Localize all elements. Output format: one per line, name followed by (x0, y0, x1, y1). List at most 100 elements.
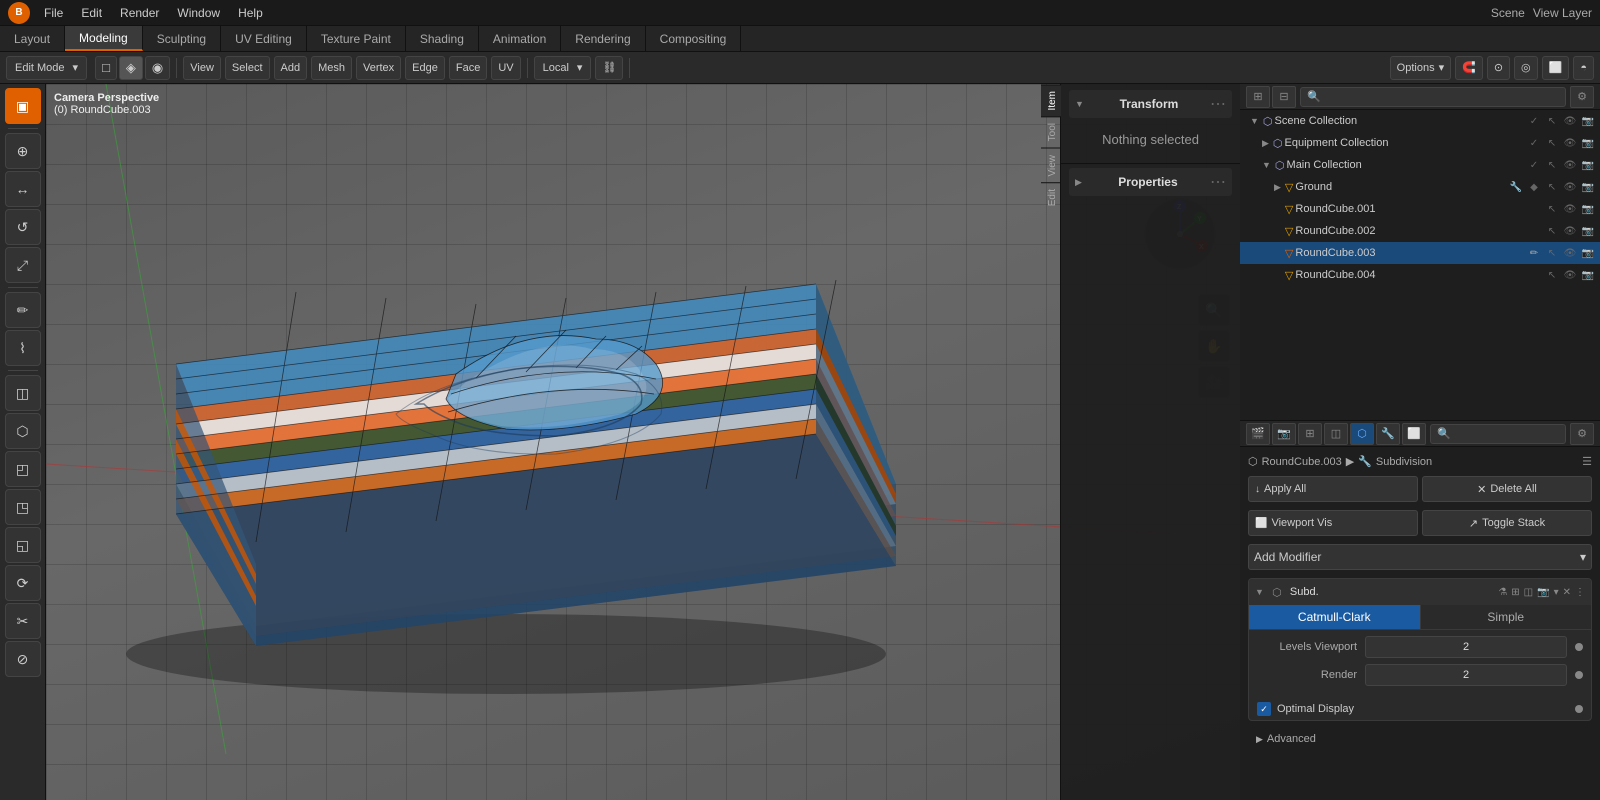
ec-check[interactable]: ✓ (1526, 135, 1542, 151)
rc004-cursor[interactable]: ↖ (1544, 267, 1560, 283)
g-cursor[interactable]: ↖ (1544, 179, 1560, 195)
mc-check[interactable]: ✓ (1526, 157, 1542, 173)
prop-material-icon[interactable]: ⬜ (1402, 423, 1426, 445)
side-tab-item[interactable]: Item (1041, 84, 1061, 116)
transform-dropdown[interactable]: Local▾ (534, 56, 592, 80)
select-button[interactable]: Select (225, 56, 270, 80)
spin-tool[interactable]: ⟳ (5, 565, 41, 601)
add-button[interactable]: Add (274, 56, 308, 80)
prop-view-layer-icon[interactable]: ◫ (1324, 423, 1348, 445)
xray-btn[interactable]: ⬜ (1542, 56, 1570, 80)
tab-texture-paint[interactable]: Texture Paint (307, 26, 406, 51)
menu-window[interactable]: Window (169, 4, 228, 22)
mod-icon-render[interactable]: 📷 (1537, 587, 1549, 598)
rc001-camera[interactable]: 📷 (1580, 201, 1596, 217)
rc003-eye[interactable]: 👁 (1562, 245, 1578, 261)
props-search[interactable] (1430, 424, 1566, 444)
loop-cut-tool[interactable]: ◳ (5, 489, 41, 525)
measure-tool[interactable]: ⌇ (5, 330, 41, 366)
edge-button[interactable]: Edge (405, 56, 445, 80)
scene-collection-cursor[interactable]: ↖ (1544, 113, 1560, 129)
apply-all-button[interactable]: ↓ Apply All (1248, 476, 1418, 502)
ec-eye[interactable]: 👁 (1562, 135, 1578, 151)
bevel-tool[interactable]: ◰ (5, 451, 41, 487)
prop-scene-icon[interactable]: 🎬 (1246, 423, 1270, 445)
render-value[interactable]: 2 (1365, 664, 1567, 686)
rc002-eye[interactable]: 👁 (1562, 223, 1578, 239)
props-filter-btn[interactable]: ⚙ (1570, 423, 1594, 445)
tree-item-scene-collection[interactable]: ▼ ⬡ Scene Collection ✓ ↖ 👁 📷 (1240, 110, 1600, 132)
menu-render[interactable]: Render (112, 4, 167, 22)
side-tab-view[interactable]: View (1041, 148, 1061, 183)
inset-tool[interactable]: ⬡ (5, 413, 41, 449)
tab-layout[interactable]: Layout (0, 26, 65, 51)
rc003-camera[interactable]: 📷 (1580, 245, 1596, 261)
rc001-cursor[interactable]: ↖ (1544, 201, 1560, 217)
ec-cursor[interactable]: ↖ (1544, 135, 1560, 151)
mesh-button[interactable]: Mesh (311, 56, 352, 80)
tab-sculpting[interactable]: Sculpting (143, 26, 221, 51)
side-tab-edit[interactable]: Edit (1041, 182, 1061, 212)
outliner-icon-2[interactable]: ⊟ (1272, 86, 1296, 108)
transform-panel-header[interactable]: ▼ Transform ⋯ (1069, 90, 1232, 118)
toggle-stack-button[interactable]: ↗ Toggle Stack (1422, 510, 1592, 536)
extrude-tool[interactable]: ◫ (5, 375, 41, 411)
prop-modifier-icon[interactable]: 🔧 (1376, 423, 1400, 445)
mod-icon-display[interactable]: ⊞ (1511, 587, 1519, 598)
tree-item-roundcube002[interactable]: ▶ ▽ RoundCube.002 ↖ 👁 📷 (1240, 220, 1600, 242)
toolbar-icon-btn-1[interactable]: □ (95, 56, 117, 80)
mc-cursor[interactable]: ↖ (1544, 157, 1560, 173)
side-tab-tool[interactable]: Tool (1041, 116, 1061, 147)
toolbar-icon-btn-3[interactable]: ◉ (145, 56, 170, 80)
bisect-tool[interactable]: ⊘ (5, 641, 41, 677)
face-button[interactable]: Face (449, 56, 487, 80)
mode-dropdown[interactable]: Edit Mode▾ (6, 56, 87, 80)
annotate-tool[interactable]: ✏ (5, 292, 41, 328)
menu-file[interactable]: File (36, 4, 71, 22)
select-tool[interactable]: ▣ (5, 88, 41, 124)
viewport-shading-btn[interactable]: ◓ (1573, 56, 1594, 80)
outliner-icon-1[interactable]: ⊞ (1246, 86, 1270, 108)
cursor-tool[interactable]: ⊕ (5, 133, 41, 169)
tree-item-ground[interactable]: ▶ ▽ Ground 🔧 ◆ ↖ 👁 📷 (1240, 176, 1600, 198)
mod-icon-filter[interactable]: ⚗ (1498, 587, 1507, 598)
mod-toggle-icon[interactable]: ▾ (1554, 587, 1559, 598)
g-wrench[interactable]: 🔧 (1508, 179, 1524, 195)
rc002-camera[interactable]: 📷 (1580, 223, 1596, 239)
g-diamond[interactable]: ◆ (1526, 179, 1542, 195)
mod-dots-icon[interactable]: ⋮ (1575, 587, 1585, 598)
rc003-cursor[interactable]: ↖ (1544, 245, 1560, 261)
tab-modeling[interactable]: Modeling (65, 26, 143, 51)
tree-item-main-collection[interactable]: ▼ ⬡ Main Collection ✓ ↖ 👁 📷 (1240, 154, 1600, 176)
uv-button[interactable]: UV (491, 56, 520, 80)
add-modifier-button[interactable]: Add Modifier ▾ (1248, 544, 1592, 570)
rc004-eye[interactable]: 👁 (1562, 267, 1578, 283)
tree-item-roundcube001[interactable]: ▶ ▽ RoundCube.001 ↖ 👁 📷 (1240, 198, 1600, 220)
mod-close-icon[interactable]: ✕ (1563, 587, 1571, 598)
tree-item-equipment-collection[interactable]: ▶ ⬡ Equipment Collection ✓ ↖ 👁 📷 (1240, 132, 1600, 154)
knife-tool[interactable]: ✂ (5, 603, 41, 639)
catmull-clark-tab[interactable]: Catmull-Clark (1249, 605, 1421, 629)
tab-animation[interactable]: Animation (479, 26, 561, 51)
toolbar-chain-btn[interactable]: ⛓ (595, 56, 623, 80)
tab-shading[interactable]: Shading (406, 26, 479, 51)
outliner-search[interactable] (1300, 87, 1566, 107)
vertex-button[interactable]: Vertex (356, 56, 401, 80)
g-eye[interactable]: 👁 (1562, 179, 1578, 195)
simple-tab[interactable]: Simple (1421, 605, 1592, 629)
outliner-filter-btn[interactable]: ⚙ (1570, 86, 1594, 108)
view-button[interactable]: View (183, 56, 221, 80)
rc002-cursor[interactable]: ↖ (1544, 223, 1560, 239)
tab-rendering[interactable]: Rendering (561, 26, 645, 51)
g-camera[interactable]: 📷 (1580, 179, 1596, 195)
optimal-display-checkbox[interactable]: ✓ (1257, 702, 1271, 716)
overlay-btn[interactable]: ◎ (1514, 56, 1538, 80)
menu-help[interactable]: Help (230, 4, 271, 22)
mod-collapse-icon[interactable]: ▼ (1255, 587, 1264, 597)
menu-edit[interactable]: Edit (73, 4, 110, 22)
scale-tool[interactable]: ⤢ (5, 247, 41, 283)
mc-camera[interactable]: 📷 (1580, 157, 1596, 173)
prop-output-icon[interactable]: ⊞ (1298, 423, 1322, 445)
tab-uv-editing[interactable]: UV Editing (221, 26, 307, 51)
properties-header[interactable]: ▶ Properties ⋯ (1069, 168, 1232, 196)
